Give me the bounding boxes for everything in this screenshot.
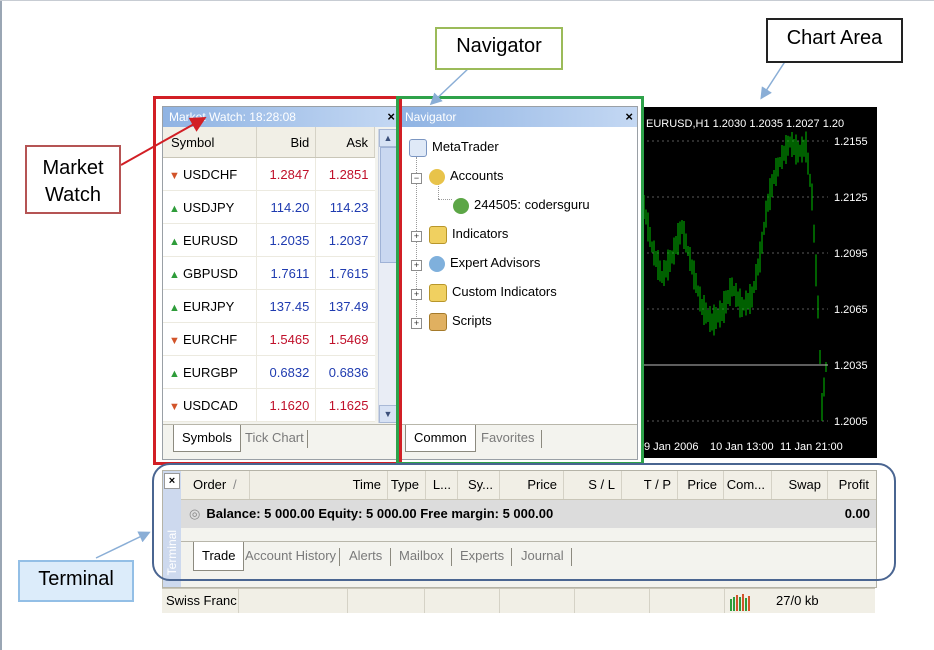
left-frame-border: [0, 0, 2, 650]
terminal-callout: Terminal: [18, 560, 134, 602]
y-tick-label: 1.2155: [834, 136, 868, 148]
y-tick-label: 1.2005: [834, 416, 868, 428]
status-cell: [500, 589, 575, 613]
status-cell: [650, 589, 725, 613]
status-bar: Swiss Franc 27/0 kb: [162, 588, 875, 613]
terminal-highlight-box: [152, 463, 896, 581]
y-tick-label: 1.2035: [834, 360, 868, 372]
navigator-highlight-box: [396, 96, 644, 465]
market-watch-callout: Market Watch: [25, 145, 121, 214]
chart-header: EURUSD,H1 1.2030 1.2035 1.2027 1.20: [646, 118, 844, 130]
market-watch-highlight-box: [153, 96, 402, 465]
y-tick-label: 1.2095: [834, 248, 868, 260]
x-tick-label: 11 Jan 21:00: [780, 441, 843, 453]
connection-indicator-icon: [725, 589, 777, 613]
status-text: Swiss Franc: [162, 589, 239, 613]
y-tick-label: 1.2065: [834, 304, 868, 316]
status-cell: [425, 589, 500, 613]
x-tick-label: 9 Jan 2006: [644, 441, 698, 453]
price-chart[interactable]: EURUSD,H1 1.2030 1.2035 1.2027 1.20 1.21…: [642, 107, 877, 458]
x-tick-label: 10 Jan 13:00: [710, 441, 774, 453]
chart-area[interactable]: EURUSD,H1 1.2030 1.2035 1.2027 1.20 1.21…: [642, 107, 877, 458]
traffic-text: 27/0 kb: [776, 593, 819, 608]
status-cell: [239, 589, 348, 613]
y-tick-label: 1.2125: [834, 192, 868, 204]
navigator-callout: Navigator: [435, 27, 563, 70]
status-cell: [575, 589, 650, 613]
top-frame-border: [0, 0, 934, 1]
chart-area-callout: Chart Area: [766, 18, 903, 63]
status-cell: [348, 589, 425, 613]
terminal-arrow: [95, 531, 151, 559]
chart-area-arrow: [760, 59, 787, 100]
